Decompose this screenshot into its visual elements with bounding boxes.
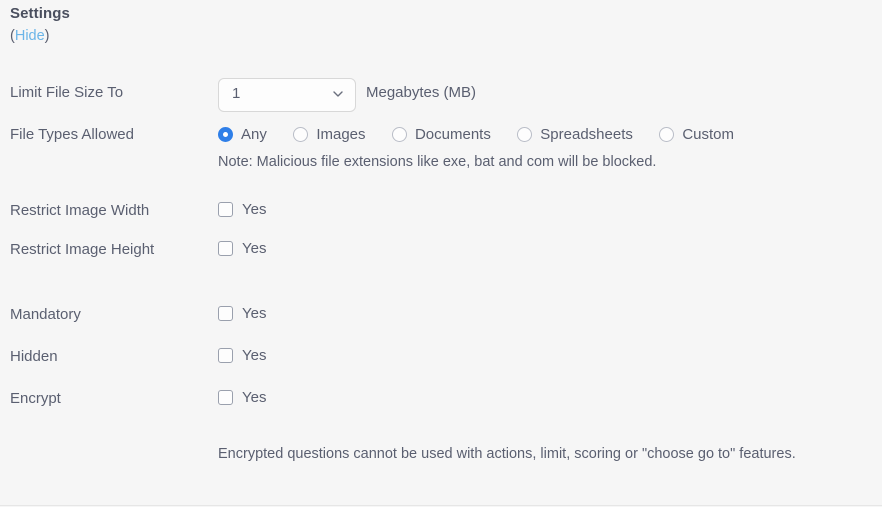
encrypt-checkbox-label: Yes (242, 389, 267, 406)
hidden-checkbox-wrap[interactable]: Yes (218, 347, 266, 364)
restrict-image-width-checkbox-label: Yes (242, 201, 267, 218)
hidden-label: Hidden (10, 348, 58, 365)
radio-option-images[interactable]: Images (293, 126, 366, 143)
radio-option-any[interactable]: Any (218, 126, 267, 143)
mandatory-checkbox-label: Yes (242, 305, 267, 322)
hide-toggle: (Hide) (10, 28, 50, 44)
file-types-allowed-label: File Types Allowed (10, 126, 134, 143)
encrypt-label: Encrypt (10, 390, 61, 407)
encrypt-checkbox (218, 390, 233, 405)
radio-option-custom[interactable]: Custom (659, 126, 734, 143)
file-types-allowed-control: Any Images Documents Spreadsheets Custom (218, 126, 734, 146)
encrypt-checkbox-wrap[interactable]: Yes (218, 389, 266, 406)
hidden-checkbox-label: Yes (242, 347, 267, 364)
file-types-radio-group: Any Images Documents Spreadsheets Custom (218, 126, 734, 146)
file-types-note: Note: Malicious file extensions like exe… (218, 154, 657, 170)
limit-file-size-unit: Megabytes (MB) (366, 84, 477, 101)
hide-close-paren: ) (44, 28, 50, 44)
limit-file-size-control: 1 (218, 78, 356, 112)
radio-documents-indicator (391, 127, 407, 142)
mandatory-checkbox-wrap[interactable]: Yes (218, 305, 266, 322)
encrypt-helptext: Encrypted questions cannot be used with … (218, 446, 796, 462)
encrypt-control: Yes (218, 389, 266, 410)
radio-spreadsheets-label: Spreadsheets (540, 126, 633, 143)
settings-panel: Settings (Hide) Limit File Size To 1 Meg… (0, 0, 882, 506)
restrict-image-height-checkbox-wrap[interactable]: Yes (218, 240, 266, 257)
restrict-image-height-label: Restrict Image Height (10, 241, 155, 258)
mandatory-checkbox (218, 306, 233, 321)
limit-file-size-label: Limit File Size To (10, 84, 124, 101)
restrict-image-width-label: Restrict Image Width (10, 202, 150, 219)
restrict-image-width-checkbox (218, 202, 233, 217)
limit-file-size-selected-value: 1 (232, 85, 241, 102)
restrict-image-width-control: Yes (218, 201, 266, 222)
radio-documents-label: Documents (414, 126, 491, 143)
mandatory-control: Yes (218, 305, 266, 326)
radio-option-spreadsheets[interactable]: Spreadsheets (517, 126, 633, 143)
radio-custom-indicator (659, 127, 675, 142)
restrict-image-height-control: Yes (218, 240, 266, 261)
radio-images-indicator (293, 127, 309, 142)
radio-spreadsheets-indicator (517, 127, 533, 142)
hidden-control: Yes (218, 347, 266, 368)
radio-images-label: Images (316, 126, 366, 143)
restrict-image-height-checkbox (218, 241, 233, 256)
hidden-checkbox (218, 348, 233, 363)
page-title: Settings (10, 5, 70, 22)
mandatory-label: Mandatory (10, 306, 81, 323)
radio-custom-label: Custom (682, 126, 735, 143)
radio-any-label: Any (241, 126, 267, 143)
restrict-image-width-checkbox-wrap[interactable]: Yes (218, 201, 266, 218)
chevron-down-icon (333, 91, 343, 97)
radio-any-indicator (218, 127, 233, 142)
hide-link[interactable]: Hide (15, 28, 45, 44)
radio-option-documents[interactable]: Documents (391, 126, 491, 143)
restrict-image-height-checkbox-label: Yes (242, 240, 267, 257)
limit-file-size-select[interactable]: 1 (218, 78, 356, 112)
